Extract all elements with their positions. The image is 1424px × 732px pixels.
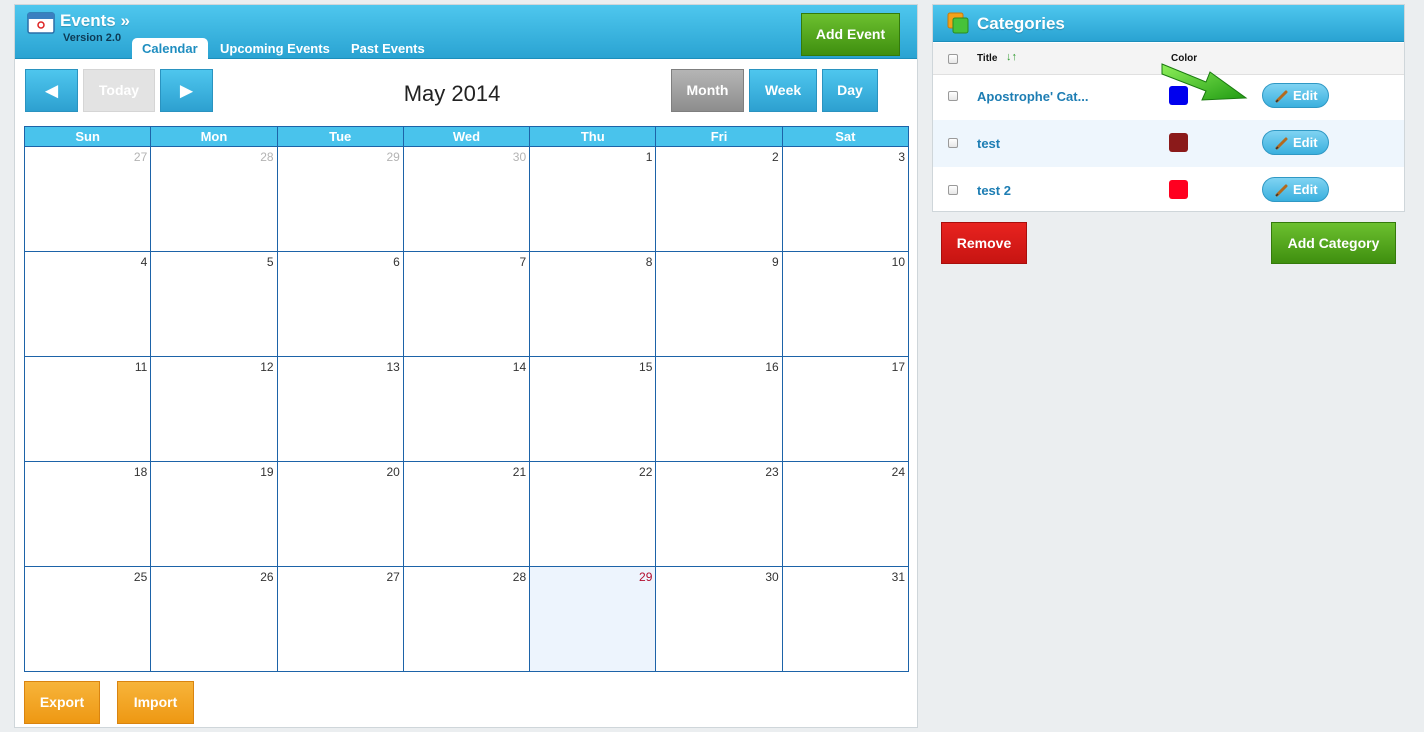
calendar-day-cell[interactable]: 17 <box>781 356 910 462</box>
remove-category-button[interactable]: Remove <box>941 222 1027 264</box>
calendar-day-cell[interactable]: 22 <box>529 461 657 567</box>
calendar-day-cell[interactable]: 1 <box>529 146 657 252</box>
week-view-button[interactable]: Week <box>749 69 817 112</box>
add-category-button[interactable]: Add Category <box>1271 222 1396 264</box>
calendar-day-cell[interactable]: 23 <box>655 461 783 567</box>
calendar-week-row: 4 5 6 7 8 9 10 <box>23 251 910 357</box>
export-button[interactable]: Export <box>24 681 100 724</box>
green-arrow-annotation-icon <box>1161 63 1248 101</box>
category-row: test Edit <box>933 120 1404 167</box>
edit-label: Edit <box>1293 88 1318 103</box>
calendar-week-row: 18 19 20 21 22 23 24 <box>23 461 910 567</box>
calendar-day-cell[interactable]: 24 <box>781 461 910 567</box>
pencil-icon <box>1275 184 1288 197</box>
calendar-day-cell-today[interactable]: 29 <box>529 566 657 672</box>
app-title[interactable]: Events » <box>60 11 130 31</box>
calendar-day-cell[interactable]: 13 <box>276 356 404 462</box>
calendar-day-cell[interactable]: 16 <box>655 356 783 462</box>
weekday-header: Fri <box>655 126 783 147</box>
sort-icon[interactable]: ↓↑ <box>1006 51 1017 63</box>
calendar-day-cell[interactable]: 15 <box>529 356 657 462</box>
weekday-header-row: Sun Mon Tue Wed Thu Fri Sat <box>23 126 910 147</box>
events-panel: Events » Version 2.0 Calendar Upcoming E… <box>14 4 918 728</box>
calendar-day-cell[interactable]: 14 <box>402 356 531 462</box>
edit-category-button[interactable]: Edit <box>1262 177 1329 202</box>
events-header: Events » Version 2.0 Calendar Upcoming E… <box>15 5 917 60</box>
calendar-app-icon <box>27 12 55 34</box>
edit-label: Edit <box>1293 135 1318 150</box>
today-button[interactable]: Today <box>83 69 155 112</box>
category-name[interactable]: test 2 <box>977 183 1011 198</box>
calendar-day-cell[interactable]: 27 <box>23 146 152 252</box>
weekday-header: Mon <box>150 126 278 147</box>
categories-icon <box>947 12 969 34</box>
pencil-icon <box>1275 137 1288 150</box>
categories-title: Categories <box>977 14 1065 33</box>
calendar-day-cell[interactable]: 25 <box>23 566 152 672</box>
weekday-header: Tue <box>276 126 404 147</box>
calendar-grid: Sun Mon Tue Wed Thu Fri Sat 27 28 29 30 … <box>23 126 910 672</box>
calendar-day-cell[interactable]: 3 <box>781 146 910 252</box>
calendar-day-cell[interactable]: 28 <box>150 146 278 252</box>
calendar-week-row: 11 12 13 14 15 16 17 <box>23 356 910 462</box>
add-event-button[interactable]: Add Event <box>801 13 900 56</box>
month-view-button[interactable]: Month <box>671 69 744 112</box>
select-all-checkbox[interactable] <box>948 54 958 64</box>
calendar-day-cell[interactable]: 12 <box>150 356 278 462</box>
category-checkbox[interactable] <box>948 138 958 148</box>
calendar-day-cell[interactable]: 29 <box>276 146 404 252</box>
calendar-day-cell[interactable]: 18 <box>23 461 152 567</box>
app-version: Version 2.0 <box>63 32 122 44</box>
calendar-day-cell[interactable]: 21 <box>402 461 531 567</box>
category-name[interactable]: Apostrophe' Cat... <box>977 89 1088 104</box>
column-title-header[interactable]: Title <box>977 53 997 64</box>
category-row: test 2 Edit <box>933 167 1404 214</box>
calendar-day-cell[interactable]: 10 <box>781 251 910 357</box>
edit-category-button[interactable]: Edit <box>1262 83 1329 108</box>
calendar-title: May 2014 <box>403 81 501 106</box>
tab-upcoming-events[interactable]: Upcoming Events <box>210 38 340 60</box>
calendar-week-row: 25 26 27 28 29 30 31 <box>23 566 910 672</box>
edit-category-button[interactable]: Edit <box>1262 130 1329 155</box>
edit-label: Edit <box>1293 182 1318 197</box>
calendar-day-cell[interactable]: 7 <box>402 251 531 357</box>
calendar-day-cell[interactable]: 20 <box>276 461 404 567</box>
calendar-day-cell[interactable]: 26 <box>150 566 278 672</box>
weekday-header: Sat <box>781 126 910 147</box>
calendar-day-cell[interactable]: 11 <box>23 356 152 462</box>
category-color-swatch <box>1169 180 1188 199</box>
calendar-day-cell[interactable]: 30 <box>655 566 783 672</box>
weekday-header: Sun <box>23 126 152 147</box>
category-name[interactable]: test <box>977 136 1000 151</box>
calendar-day-cell[interactable]: 8 <box>529 251 657 357</box>
next-month-button[interactable]: ► <box>160 69 213 112</box>
categories-panel: Categories Title ↓↑ Color Apostrophe' Ca… <box>932 4 1405 212</box>
calendar-day-cell[interactable]: 5 <box>150 251 278 357</box>
tab-past-events[interactable]: Past Events <box>341 38 435 60</box>
calendar-day-cell[interactable]: 30 <box>402 146 531 252</box>
calendar-day-cell[interactable]: 19 <box>150 461 278 567</box>
calendar-day-cell[interactable]: 9 <box>655 251 783 357</box>
category-checkbox[interactable] <box>948 91 958 101</box>
tab-calendar[interactable]: Calendar <box>132 38 208 60</box>
calendar-day-cell[interactable]: 27 <box>276 566 404 672</box>
calendar-day-cell[interactable]: 6 <box>276 251 404 357</box>
calendar-day-cell[interactable]: 2 <box>655 146 783 252</box>
calendar-day-cell[interactable]: 28 <box>402 566 531 672</box>
import-button[interactable]: Import <box>117 681 194 724</box>
arrow-right-icon: ► <box>175 78 198 103</box>
weekday-header: Wed <box>402 126 531 147</box>
day-view-button[interactable]: Day <box>822 69 878 112</box>
calendar-week-row: 27 28 29 30 1 2 3 <box>23 146 910 252</box>
arrow-left-icon: ◄ <box>40 78 63 103</box>
category-color-swatch <box>1169 133 1188 152</box>
category-checkbox[interactable] <box>948 185 958 195</box>
prev-month-button[interactable]: ◄ <box>25 69 78 112</box>
categories-header: Categories <box>933 5 1404 42</box>
calendar-day-cell[interactable]: 4 <box>23 251 152 357</box>
weekday-header: Thu <box>529 126 657 147</box>
pencil-icon <box>1275 90 1288 103</box>
calendar-day-cell[interactable]: 31 <box>781 566 910 672</box>
